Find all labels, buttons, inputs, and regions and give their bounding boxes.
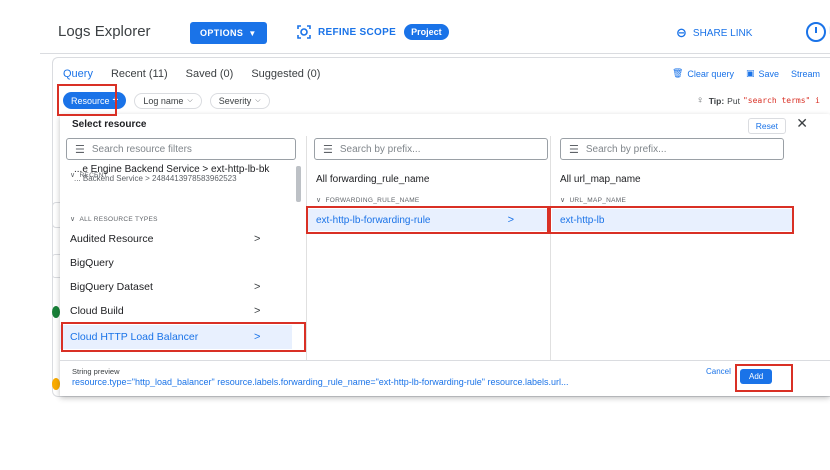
resource-chip-label: Resource: [71, 95, 110, 106]
resource-item-label: Cloud HTTP Load Balancer: [70, 331, 199, 343]
url-map-column-heading[interactable]: All url_map_name: [560, 174, 641, 185]
clock-icon[interactable]: [806, 22, 826, 42]
all-types-header-label: ALL RESOURCE TYPES: [79, 215, 158, 223]
refine-scope-button[interactable]: REFINE SCOPE Project: [296, 24, 449, 40]
refine-scope-label: REFINE SCOPE: [318, 26, 397, 38]
string-preview: String preview resource.type="http_load_…: [60, 360, 830, 396]
url-map-value-label: ext-http-lb: [560, 214, 605, 226]
tip-prefix: Tip:: [708, 95, 725, 106]
resource-list-scrollbar[interactable]: [296, 166, 301, 202]
save-icon: ▣: [745, 68, 755, 78]
forwarding-rule-value-label: ext-http-lb-forwarding-rule: [316, 214, 431, 226]
url-map-search-input[interactable]: ☰ Search by prefix...: [560, 138, 784, 160]
url-map-section-label: URL_MAP_NAME: [569, 196, 627, 204]
query-tabs: Query Recent (11) Saved (0) Suggested (0…: [63, 68, 338, 80]
stream-button[interactable]: Stream: [791, 68, 820, 79]
resource-item-cloud-http-load-balancer[interactable]: Cloud HTTP Load Balancer >: [60, 325, 292, 349]
search-tip: ♀ Tip: Put "search terms" i: [696, 95, 820, 106]
log-name-chip-label: Log name: [143, 95, 184, 106]
clear-query-label: Clear query: [687, 68, 734, 79]
caret-down-icon: ▼: [248, 28, 257, 38]
severity-chip[interactable]: Severity ⌵: [209, 92, 270, 109]
resource-item-label: BigQuery: [70, 257, 114, 269]
save-label: Save: [758, 68, 779, 79]
save-button[interactable]: ▣ Save: [746, 68, 779, 79]
filter-icon: ☰: [569, 143, 579, 156]
column-divider: [306, 136, 307, 374]
chevron-down-icon: ∨: [560, 197, 566, 204]
resource-item-label: Audited Resource: [70, 233, 154, 245]
chevron-right-icon: >: [254, 305, 261, 317]
resource-search-input[interactable]: ☰ Search resource filters: [66, 138, 296, 160]
tip-text: Put: [727, 95, 740, 106]
cancel-button[interactable]: Cancel: [706, 367, 731, 376]
resource-item-label: Cloud Build: [70, 305, 124, 317]
chevron-right-icon: >: [254, 233, 261, 245]
url-map-search-placeholder: Search by prefix...: [585, 143, 667, 155]
resource-item-label: BigQuery Dataset: [70, 281, 153, 293]
tab-saved[interactable]: Saved (0): [186, 68, 234, 80]
all-types-section-header: ∨ ALL RESOURCE TYPES: [70, 215, 158, 224]
page-title: Logs Explorer: [58, 23, 151, 40]
tip-code: "search terms" i: [742, 96, 820, 105]
status-dot-yellow-icon: [52, 378, 60, 390]
plus-icon: +: [112, 95, 119, 106]
string-preview-label: String preview: [72, 367, 120, 376]
string-preview-text: resource.type="http_load_balancer" resou…: [72, 377, 569, 387]
refine-scope-icon: [297, 25, 311, 39]
trash-icon: 🗑: [671, 68, 684, 78]
filter-icon: ☰: [323, 143, 333, 156]
forwarding-section-label: FORWARDING_RULE_NAME: [325, 196, 420, 204]
forwarding-rule-search-input[interactable]: ☰ Search by prefix...: [314, 138, 548, 160]
recent-item-subtitle: ... Backend Service > 248441397858396252…: [74, 174, 237, 183]
resource-item-audited-resource[interactable]: Audited Resource >: [60, 227, 292, 251]
column-divider: [550, 136, 551, 374]
forwarding-column-heading[interactable]: All forwarding_rule_name: [316, 174, 429, 185]
project-badge[interactable]: Project: [404, 24, 449, 40]
tab-suggested[interactable]: Suggested (0): [251, 68, 320, 80]
url-map-section-header: ∨ URL_MAP_NAME: [560, 196, 627, 205]
resource-item-cloud-build[interactable]: Cloud Build >: [60, 299, 292, 323]
close-icon[interactable]: ✕: [796, 115, 808, 132]
status-dot-green-icon: [52, 306, 60, 318]
share-link-label: SHARE LINK: [692, 27, 753, 39]
tab-recent[interactable]: Recent (11): [111, 68, 168, 80]
chevron-down-icon: ⌵: [187, 96, 193, 104]
tab-query[interactable]: Query: [63, 68, 93, 80]
filter-icon: ☰: [75, 143, 85, 156]
forwarding-rule-value[interactable]: ext-http-lb-forwarding-rule >: [308, 209, 548, 231]
dropdown-title: Select resource: [72, 119, 147, 130]
resource-search-placeholder: Search resource filters: [91, 143, 192, 155]
select-resource-dropdown: Select resource Reset ✕ ☰ Search resourc…: [60, 114, 830, 396]
add-button[interactable]: Add: [740, 369, 773, 384]
forwarding-section-header: ∨ FORWARDING_RULE_NAME: [316, 196, 420, 205]
chevron-right-icon: >: [507, 214, 514, 226]
chevron-right-icon: >: [254, 281, 261, 293]
stream-label: Stream: [790, 68, 820, 79]
resource-item-bigquery[interactable]: BigQuery: [60, 251, 292, 275]
query-actions: 🗑 Clear query ▣ Save Stream: [660, 68, 820, 79]
forwarding-search-placeholder: Search by prefix...: [339, 143, 421, 155]
chevron-down-icon: ⌵: [255, 96, 261, 104]
severity-chip-label: Severity: [218, 95, 252, 106]
reset-button[interactable]: Reset: [747, 118, 786, 134]
chevron-down-icon: ∨: [70, 216, 76, 223]
filter-chips: Resource + Log name ⌵ Severity ⌵: [63, 92, 270, 109]
log-name-chip[interactable]: Log name ⌵: [134, 92, 202, 109]
clear-query-button[interactable]: 🗑 Clear query: [672, 68, 734, 79]
resource-item-bigquery-dataset[interactable]: BigQuery Dataset >: [60, 275, 292, 299]
chevron-right-icon: >: [254, 331, 261, 343]
url-map-value[interactable]: ext-http-lb: [552, 209, 794, 231]
top-bar: Logs Explorer OPTIONS ▼ REFINE SCOPE Pro…: [40, 0, 830, 54]
link-icon: ⊖: [676, 25, 687, 40]
resource-chip[interactable]: Resource +: [63, 92, 127, 109]
options-button[interactable]: OPTIONS ▼: [190, 22, 267, 44]
lightbulb-icon: ♀: [696, 95, 704, 106]
options-label: OPTIONS: [200, 28, 244, 38]
share-link-button[interactable]: ⊖ SHARE LINK: [676, 25, 752, 41]
chevron-down-icon: ∨: [316, 197, 322, 204]
